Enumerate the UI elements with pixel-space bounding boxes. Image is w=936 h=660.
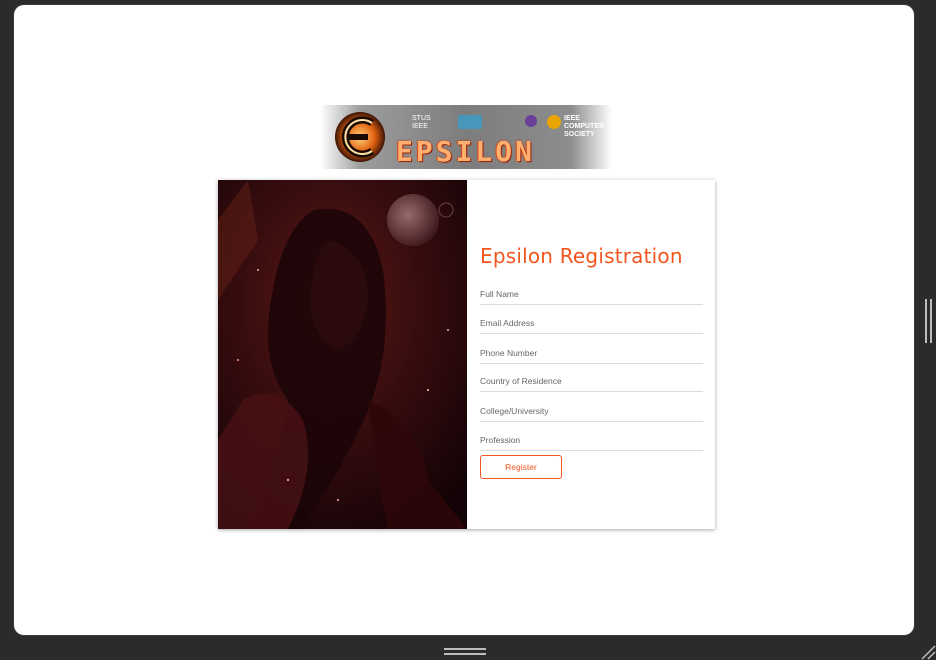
form-title: Epsilon Registration	[480, 244, 683, 268]
college-field	[480, 401, 703, 422]
epsilon-logo-banner: STUS IEEE IEEE COMPUTER SOCIETY EPSILON	[320, 105, 612, 169]
profession-field	[480, 430, 703, 451]
college-input[interactable]	[480, 406, 703, 416]
computer-society-logo: IEEE COMPUTER SOCIETY	[564, 115, 605, 138]
ieee-sponsor-logo: STUS IEEE	[412, 115, 431, 130]
registration-card: Epsilon Registration Register	[218, 180, 715, 529]
sponsor-logo	[458, 115, 482, 129]
full-name-input[interactable]	[480, 289, 703, 299]
email-input[interactable]	[480, 318, 703, 328]
epsilon-logo-icon	[335, 112, 385, 162]
sponsor-logo	[525, 115, 537, 127]
profession-input[interactable]	[480, 435, 703, 445]
resize-grip-icon[interactable]	[918, 642, 936, 660]
registration-form: Epsilon Registration Register	[467, 180, 715, 529]
drag-handle-icon[interactable]	[925, 299, 933, 343]
phone-input[interactable]	[480, 348, 703, 358]
sponsor-logo	[492, 115, 522, 131]
astronaut-artwork	[218, 180, 467, 529]
country-input[interactable]	[480, 376, 703, 386]
app-window: STUS IEEE IEEE COMPUTER SOCIETY EPSILON	[14, 5, 914, 635]
computer-society-badge-icon	[547, 115, 561, 129]
drag-handle-icon[interactable]	[444, 646, 486, 658]
logo-wordmark: EPSILON	[396, 135, 536, 168]
email-field	[480, 313, 703, 334]
full-name-field	[480, 284, 703, 305]
register-button[interactable]: Register	[480, 455, 562, 479]
phone-field	[480, 343, 703, 364]
country-field	[480, 371, 703, 392]
